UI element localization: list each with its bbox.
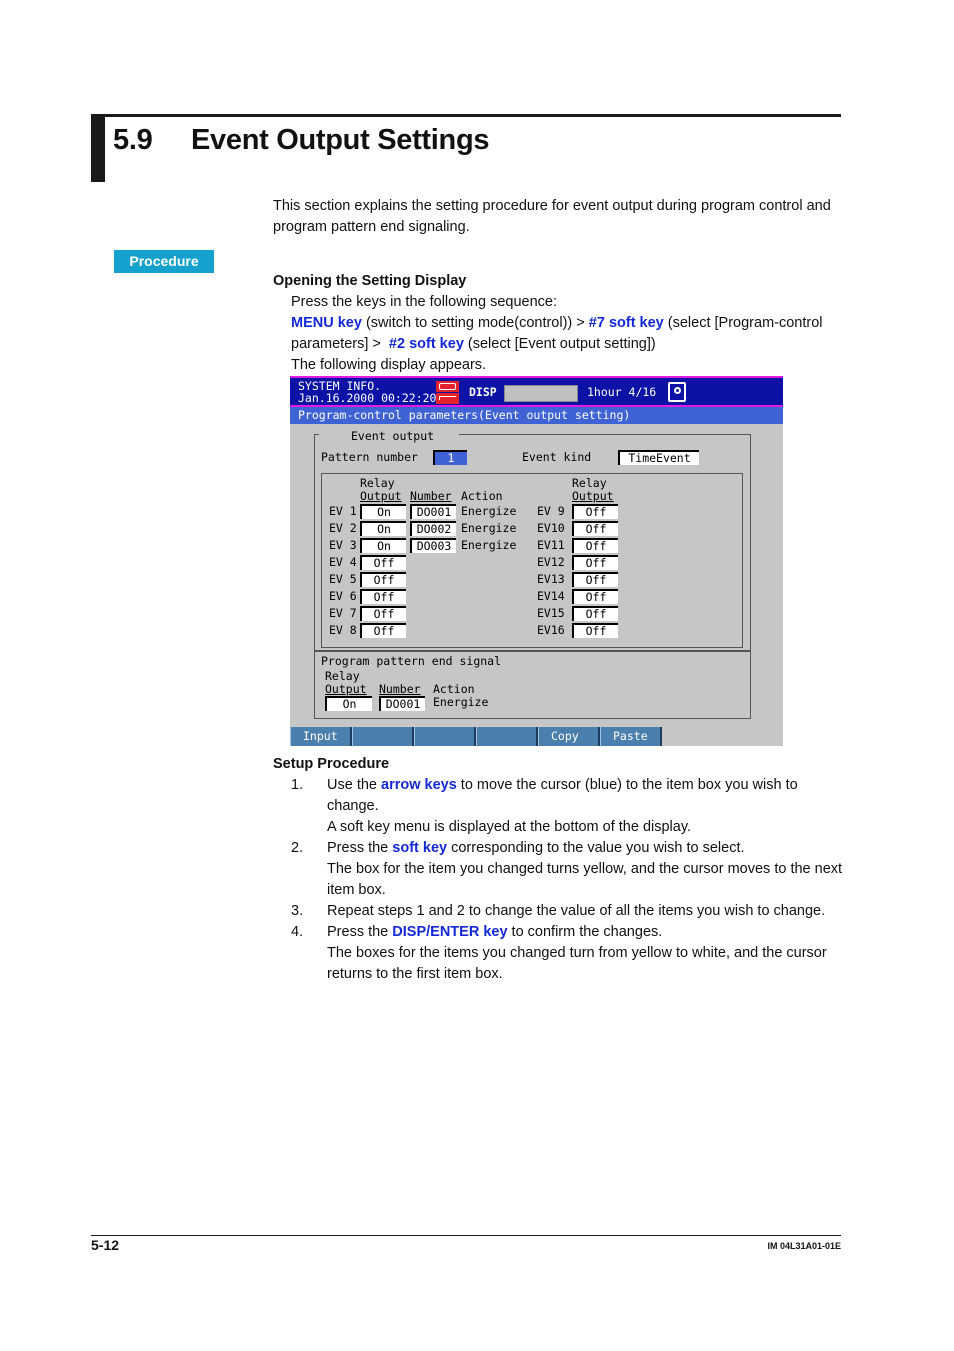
footer-rule (91, 1235, 841, 1236)
datetime: Jan.16.2000 00:22:20 (298, 391, 437, 405)
relay-number-field[interactable]: DO001 (410, 504, 456, 519)
step-4: 4. Press the DISP/ENTER key to confirm t… (291, 924, 827, 982)
opening-body: Press the keys in the following sequence… (291, 294, 823, 373)
opening-heading: Opening the Setting Display (273, 273, 467, 289)
section-number: 5.9 (113, 124, 153, 156)
output-header-right: Output (572, 489, 614, 503)
relay-output-field[interactable]: Off (360, 555, 406, 570)
relay-output-field[interactable]: On (360, 538, 406, 553)
event-label: EV13 (537, 572, 565, 586)
time-span: 1hour 4/16 (587, 385, 657, 399)
status-bar: SYSTEM INFO. Jan.16.2000 00:22:20 DISP 1… (290, 376, 783, 407)
event-label: EV16 (537, 623, 565, 637)
relay-output-field[interactable]: On (360, 521, 406, 536)
event-label: EV15 (537, 606, 565, 620)
relay-output-field[interactable]: Off (360, 606, 406, 621)
event-kind-label: Event kind (522, 450, 592, 464)
action-value: Energize (461, 504, 517, 518)
event-label: EV 5 (329, 572, 357, 586)
document-id: IM 04L31A01-01E (767, 1241, 841, 1251)
action-header: Action (461, 489, 503, 503)
disp-label: DISP (469, 385, 497, 399)
setup-steps: 1. Use the arrow keys to move the cursor… (291, 775, 851, 985)
output-header-left: Output (360, 489, 402, 503)
event-label: EV 8 (329, 623, 357, 637)
softkey-paste[interactable]: Paste (600, 727, 662, 746)
device-screen: SYSTEM INFO. Jan.16.2000 00:22:20 DISP 1… (290, 376, 783, 746)
pattern-number-field[interactable]: 1 (433, 450, 467, 465)
end-number-field[interactable]: DO001 (379, 696, 425, 711)
relay-output-field[interactable]: Off (360, 623, 406, 638)
section-marker-bar (91, 114, 105, 182)
relay-output-field[interactable]: Off (360, 589, 406, 604)
page-number: 5-12 (91, 1237, 120, 1253)
relay-output-field[interactable]: On (360, 504, 406, 519)
end-relay-field[interactable]: On (325, 696, 372, 711)
setup-heading: Setup Procedure (273, 756, 390, 772)
relay-output-field[interactable]: Off (572, 538, 618, 553)
relay-output-field[interactable]: Off (572, 504, 618, 519)
number-header: Number (410, 489, 452, 503)
soft-key-2-ref: #2 soft key (388, 336, 464, 352)
relay-output-field[interactable]: Off (572, 589, 618, 604)
soft-key-7-ref: #7 soft key (588, 315, 664, 331)
action-value: Energize (461, 521, 517, 535)
section-title: Event Output Settings (191, 124, 490, 156)
group-frame-top-left (314, 434, 319, 435)
end-signal-label: Program pattern end signal (321, 654, 502, 668)
relay-output-field[interactable]: Off (572, 521, 618, 536)
event-label: EV11 (537, 538, 565, 552)
event-kind-field[interactable]: TimeEvent (618, 450, 699, 465)
event-label: EV10 (537, 521, 565, 535)
event-label: EV 3 (329, 538, 357, 552)
recorder-icon (436, 393, 459, 404)
step-1: 1. Use the arrow keys to move the cursor… (291, 777, 798, 835)
screen-subtitle: Program-control parameters(Event output … (290, 407, 783, 424)
softkey-copy[interactable]: Copy (538, 727, 600, 746)
end-action-value: Energize (433, 695, 489, 709)
group-frame-top-right (459, 434, 751, 435)
menu-key-ref: MENU key (291, 315, 362, 331)
event-label: EV 6 (329, 589, 357, 603)
relay-output-field[interactable]: Off (572, 606, 618, 621)
step-3: 3. Repeat steps 1 and 2 to change the va… (291, 903, 826, 919)
procedure-badge: Procedure (114, 250, 214, 273)
lock-icon (668, 382, 686, 402)
pattern-number-label: Pattern number (321, 450, 418, 464)
message-area (504, 385, 578, 402)
event-label: EV 1 (329, 504, 357, 518)
intro-text: This section explains the setting proced… (273, 198, 831, 235)
end-output-header: Output (325, 682, 367, 696)
event-label: EV12 (537, 555, 565, 569)
header-rule (105, 114, 841, 117)
event-label: EV 9 (537, 504, 565, 518)
end-number-header: Number (379, 682, 421, 696)
event-label: EV 2 (329, 521, 357, 535)
relay-number-field[interactable]: DO002 (410, 521, 456, 536)
event-label: EV 4 (329, 555, 357, 569)
event-output-label: Event output (351, 429, 435, 443)
step-2: 2. Press the soft key corresponding to t… (291, 840, 843, 898)
disp-enter-key-ref: DISP/ENTER key (392, 924, 508, 940)
relay-output-field[interactable]: Off (572, 572, 618, 587)
relay-number-field[interactable]: DO003 (410, 538, 456, 553)
softkey-2[interactable] (352, 727, 414, 746)
softkey-3[interactable] (414, 727, 476, 746)
relay-output-field[interactable]: Off (572, 555, 618, 570)
soft-key-ref: soft key (392, 840, 448, 856)
softkey-input[interactable]: Input (290, 727, 352, 746)
relay-output-field[interactable]: Off (360, 572, 406, 587)
event-label: EV 7 (329, 606, 357, 620)
arrow-keys-ref: arrow keys (381, 777, 457, 793)
relay-output-field[interactable]: Off (572, 623, 618, 638)
softkey-4[interactable] (476, 727, 538, 746)
event-label: EV14 (537, 589, 565, 603)
action-value: Energize (461, 538, 517, 552)
memory-icon (436, 381, 459, 392)
